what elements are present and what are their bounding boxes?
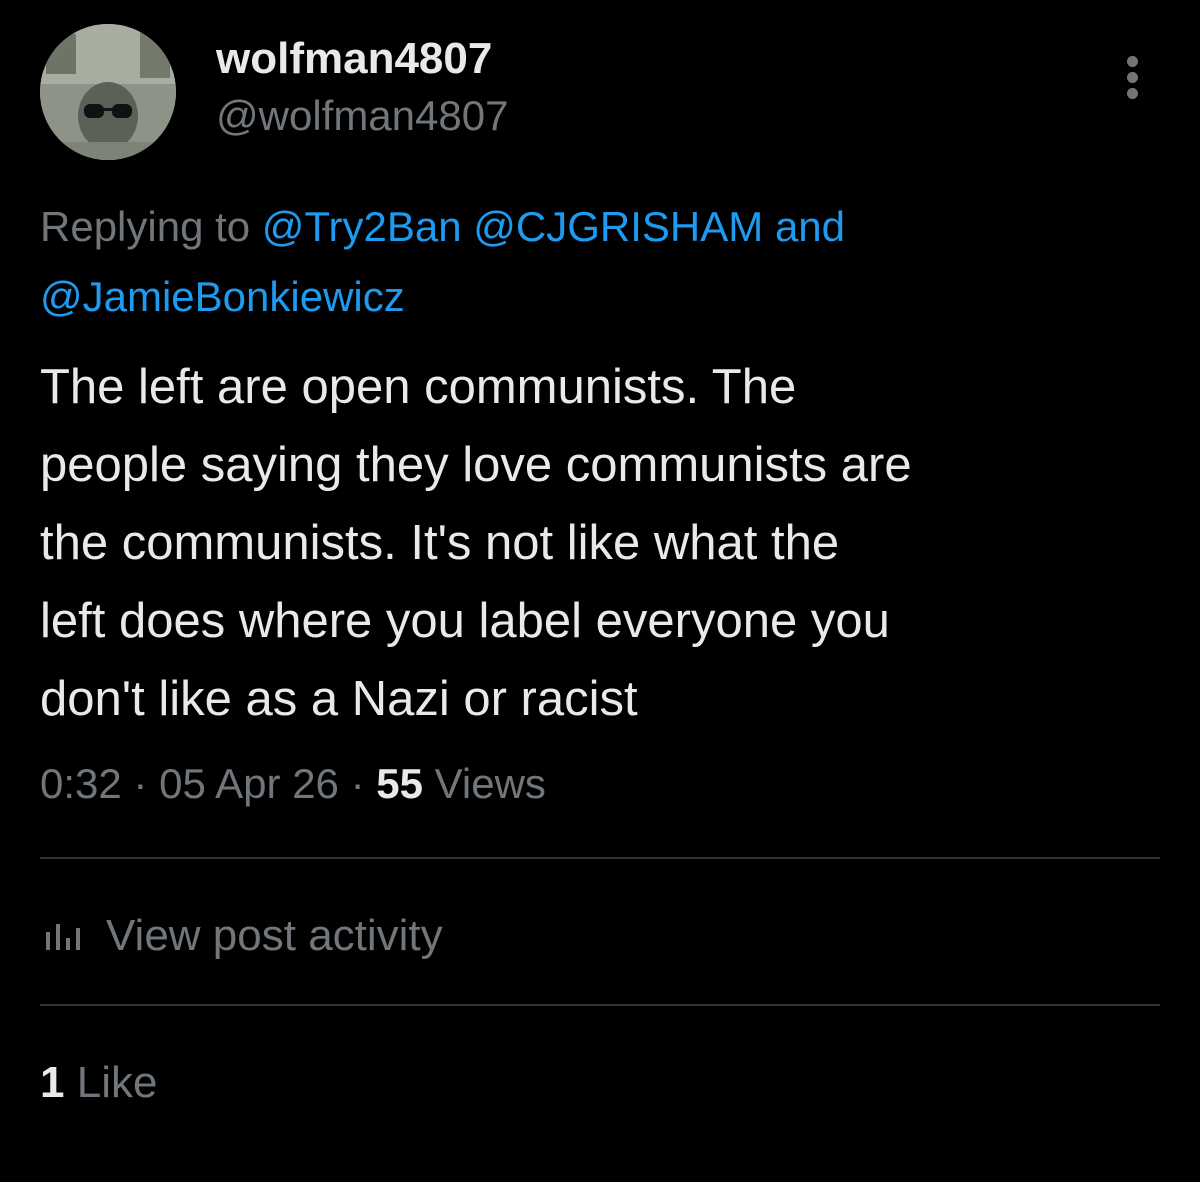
- tweet-text: The left are open communists. The people…: [40, 348, 1170, 738]
- user-handle[interactable]: @wolfman4807: [216, 92, 508, 140]
- tweet-line: the communists. It's not like what the: [40, 516, 840, 570]
- mention-link[interactable]: @JamieBonkiewicz: [40, 273, 405, 320]
- views-label: Views: [434, 760, 546, 807]
- likes-count[interactable]: 1 Like: [40, 1058, 157, 1108]
- tweet-date[interactable]: 05 Apr 26: [159, 760, 339, 807]
- meta-separator: ·: [350, 760, 365, 807]
- tweet-meta: 0:32 · 05 Apr 26 · 55 Views: [40, 760, 546, 808]
- mention-link[interactable]: @CJGRISHAM: [473, 203, 763, 250]
- views-count: 55: [376, 760, 423, 807]
- reply-joiner[interactable]: and: [775, 203, 845, 250]
- avatar-image: [40, 24, 176, 160]
- tweet-line: left does where you label everyone you: [40, 594, 890, 648]
- more-options-button[interactable]: [1112, 50, 1156, 104]
- reply-context: Replying to @Try2Ban @CJGRISHAM and @Jam…: [40, 192, 1160, 332]
- tweet-line: The left are open communists. The: [40, 360, 797, 414]
- tweet-line: people saying they love communists are: [40, 438, 912, 492]
- bar-chart-icon: [40, 916, 100, 956]
- divider: [40, 857, 1160, 859]
- tweet-time[interactable]: 0:32: [40, 760, 122, 807]
- view-post-activity-button[interactable]: View post activity: [40, 906, 443, 966]
- display-name[interactable]: wolfman4807: [216, 34, 492, 84]
- divider: [40, 1004, 1160, 1006]
- view-post-activity-label: View post activity: [106, 911, 443, 960]
- meta-separator: ·: [133, 760, 148, 807]
- avatar[interactable]: [40, 24, 176, 160]
- tweet-line: don't like as a Nazi or racist: [40, 672, 638, 726]
- mention-link[interactable]: @Try2Ban: [262, 203, 462, 250]
- reply-prefix: Replying to: [40, 203, 251, 250]
- likes-number: 1: [40, 1058, 65, 1107]
- likes-label: Like: [76, 1058, 158, 1107]
